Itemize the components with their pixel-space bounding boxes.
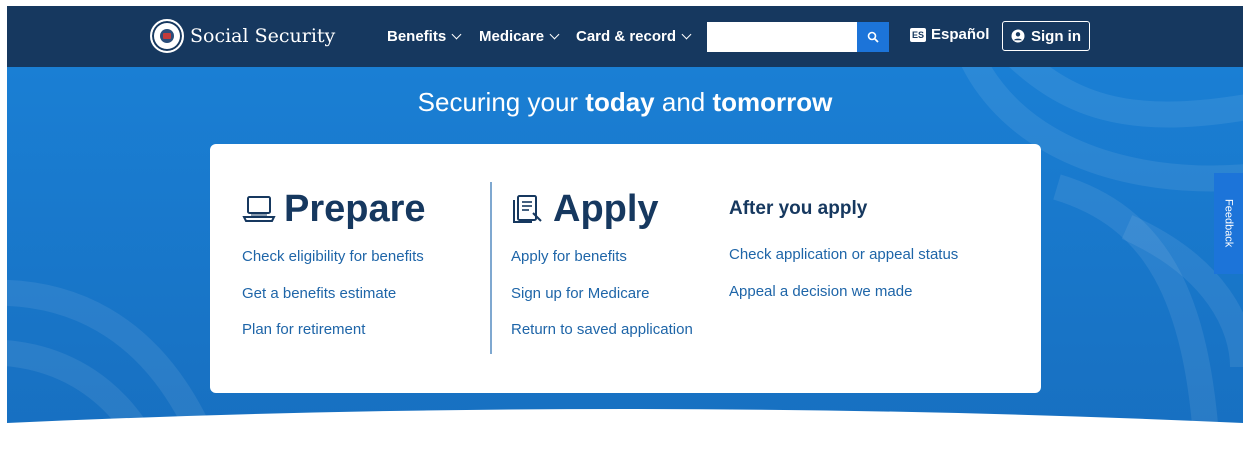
apply-column: Apply Apply for benefits Sign up for Med…: [511, 184, 693, 357]
nav-medicare[interactable]: Medicare: [479, 6, 560, 67]
prepare-column: Prepare Check eligibility for benefits G…: [242, 184, 426, 357]
nav-card-record-label: Card & record: [576, 28, 677, 45]
logo-text: Social Security: [190, 25, 336, 47]
search-form: [707, 22, 889, 52]
page-frame: Social Security Benefits Medicare Card &…: [7, 6, 1243, 449]
feedback-tab[interactable]: Feedback: [1214, 173, 1243, 274]
link-appeal-decision[interactable]: Appeal a decision we made: [729, 282, 958, 319]
user-circle-icon: [1011, 29, 1025, 43]
sign-in-label: Sign in: [1031, 27, 1081, 45]
link-benefits-estimate[interactable]: Get a benefits estimate: [242, 284, 426, 321]
language-toggle[interactable]: ES Español: [910, 26, 989, 43]
laptop-icon: [242, 196, 276, 222]
nav-medicare-label: Medicare: [479, 28, 545, 45]
chevron-down-icon: [451, 29, 462, 40]
language-label: Español: [931, 26, 990, 43]
after-apply-column: After you apply Check application or app…: [729, 184, 958, 318]
nav-benefits[interactable]: Benefits: [387, 6, 462, 67]
link-check-eligibility[interactable]: Check eligibility for benefits: [242, 247, 426, 284]
nav-benefits-label: Benefits: [387, 28, 447, 45]
nav-card-record[interactable]: Card & record: [576, 6, 692, 67]
es-icon: ES: [910, 27, 927, 42]
search-icon: [867, 31, 879, 43]
chevron-down-icon: [549, 29, 560, 40]
hero-bottom-curve: [7, 409, 1243, 449]
ssa-logo[interactable]: Social Security: [150, 19, 335, 53]
column-divider: [490, 182, 492, 354]
after-apply-heading: After you apply: [729, 198, 868, 219]
ssa-seal-icon: [150, 19, 184, 53]
link-apply-benefits[interactable]: Apply for benefits: [511, 247, 693, 284]
link-plan-retirement[interactable]: Plan for retirement: [242, 320, 426, 357]
site-header: Social Security Benefits Medicare Card &…: [7, 6, 1243, 67]
link-sign-up-medicare[interactable]: Sign up for Medicare: [511, 284, 693, 321]
feedback-label: Feedback: [1222, 199, 1235, 248]
prepare-heading: Prepare: [242, 184, 426, 234]
application-form-icon: [513, 195, 542, 223]
chevron-down-icon: [681, 29, 692, 40]
sign-in-button[interactable]: Sign in: [1002, 21, 1090, 51]
search-button[interactable]: [857, 22, 889, 52]
link-return-saved-application[interactable]: Return to saved application: [511, 320, 693, 357]
link-check-status[interactable]: Check application or appeal status: [729, 245, 958, 282]
search-input[interactable]: [707, 22, 857, 52]
apply-heading: Apply: [511, 184, 693, 234]
hero-section: Securing your today and tomorrow Prepare…: [7, 67, 1243, 449]
hero-title: Securing your today and tomorrow: [417, 87, 833, 117]
action-card: Prepare Check eligibility for benefits G…: [210, 144, 1041, 393]
